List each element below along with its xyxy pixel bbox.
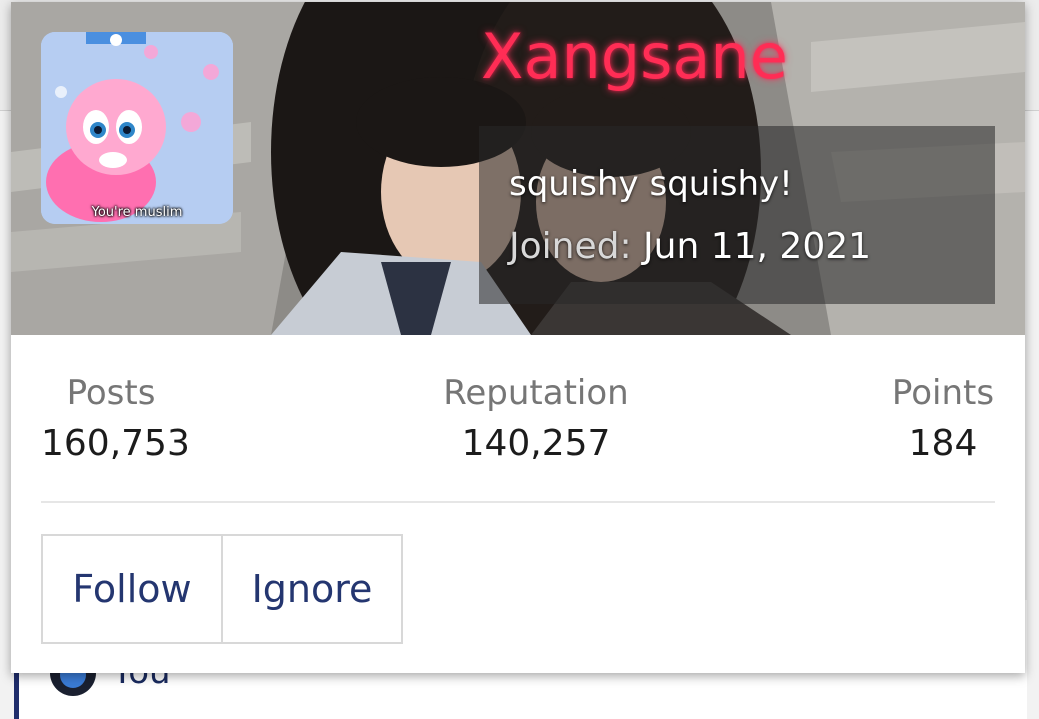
joined-label: Joined: — [509, 226, 632, 267]
username-link[interactable]: Xangsane — [481, 20, 788, 93]
avatar-caption: You're muslim — [91, 205, 183, 220]
action-button-group: Follow Ignore — [41, 534, 403, 644]
member-avatar[interactable]: You're muslim — [41, 32, 233, 224]
joined-date: Jun 11, 2021 — [643, 226, 872, 267]
stat-posts[interactable]: Posts 160,753 — [41, 371, 190, 473]
pony-avatar-icon — [41, 32, 233, 224]
stat-value: 140,257 — [461, 423, 611, 464]
user-title: squishy squishy! — [509, 164, 793, 204]
ignore-button[interactable]: Ignore — [223, 536, 401, 642]
stat-value: 160,753 — [41, 423, 190, 464]
stat-points[interactable]: Points 184 — [891, 371, 995, 473]
user-info-box: squishy squishy! Joined: Jun 11, 2021 — [479, 126, 995, 304]
stat-label: Points — [891, 373, 995, 413]
stat-reputation: Reputation 140,257 — [441, 371, 631, 473]
profile-banner: You're muslim Xangsane squishy squishy! … — [11, 2, 1025, 335]
joined-row: Joined: Jun 11, 2021 — [509, 226, 871, 267]
stat-label: Posts — [66, 373, 156, 413]
follow-button[interactable]: Follow — [43, 536, 223, 642]
stat-value: 184 — [908, 423, 978, 464]
member-profile-popup: You're muslim Xangsane squishy squishy! … — [11, 2, 1025, 673]
stat-label: Reputation — [443, 373, 629, 413]
member-stats: Posts 160,753 Reputation 140,257 Points … — [41, 335, 995, 503]
